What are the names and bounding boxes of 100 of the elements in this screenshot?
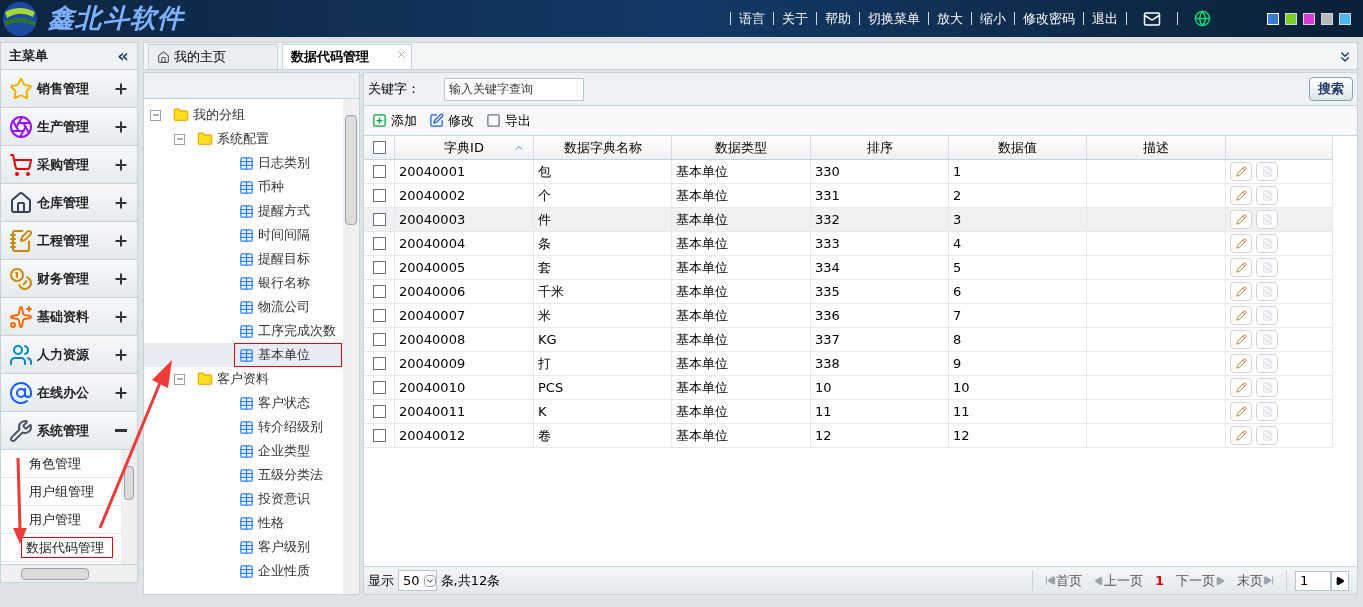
tree-item[interactable]: 客户状态 (234, 391, 315, 415)
column-header[interactable]: 描述 (1087, 136, 1226, 159)
row-checkbox[interactable] (372, 213, 386, 226)
theme-swatch[interactable] (1303, 12, 1315, 25)
toolbar-button[interactable]: 添加 (372, 110, 417, 131)
edit-row-button[interactable] (1230, 258, 1252, 277)
edit-row-button[interactable] (1230, 186, 1252, 205)
tree-folder[interactable]: 我的分组 (193, 105, 245, 125)
submenu-item[interactable]: 角色管理 (25, 453, 85, 474)
toggle-icon[interactable] (150, 109, 161, 121)
delete-row-button[interactable] (1256, 210, 1278, 229)
go-button[interactable] (1331, 570, 1349, 591)
scrollbar[interactable] (121, 450, 137, 564)
page-input[interactable]: 1 (1295, 570, 1331, 591)
edit-row-button[interactable] (1230, 306, 1252, 325)
row-checkbox[interactable] (372, 357, 386, 370)
menu-item[interactable]: 系统管理 (0, 412, 138, 450)
delete-row-button[interactable] (1256, 306, 1278, 325)
toolbar-button[interactable]: 导出 (486, 110, 531, 131)
next-page-button[interactable]: 下一页 (1176, 570, 1225, 591)
delete-row-button[interactable] (1256, 426, 1278, 445)
header-link[interactable]: 帮助 (825, 8, 851, 29)
toggle-icon[interactable] (174, 133, 185, 145)
column-header[interactable]: 字典ID (395, 136, 534, 159)
row-checkbox[interactable] (372, 333, 386, 346)
tree-item[interactable]: 转介绍级别 (234, 415, 328, 439)
header-link[interactable]: 退出 (1092, 8, 1118, 29)
row-checkbox[interactable] (372, 429, 386, 442)
edit-row-button[interactable] (1230, 282, 1252, 301)
prev-page-button[interactable]: 上一页 (1093, 570, 1143, 591)
column-header[interactable]: 数据类型 (672, 136, 811, 159)
tab[interactable]: 我的主页 (148, 44, 278, 69)
toolbar-button[interactable]: 修改 (429, 110, 474, 131)
submenu-item[interactable]: 用户管理 (25, 509, 85, 530)
tree-item[interactable]: 客户级别 (234, 535, 315, 559)
menu-item[interactable]: 仓库管理 (0, 184, 138, 222)
tree-item[interactable]: 物流公司 (234, 295, 315, 319)
mail-icon[interactable] (1143, 9, 1161, 28)
column-header[interactable]: 数据字典名称 (534, 136, 672, 159)
header-link[interactable]: 修改密码 (1023, 8, 1075, 29)
edit-row-button[interactable] (1230, 210, 1252, 229)
tree-item[interactable]: 时间间隔 (234, 223, 315, 247)
header-link[interactable]: 关于 (782, 8, 808, 29)
row-checkbox[interactable] (372, 189, 386, 202)
delete-row-button[interactable] (1256, 354, 1278, 373)
delete-row-button[interactable] (1256, 282, 1278, 301)
row-checkbox[interactable] (372, 405, 386, 418)
row-checkbox[interactable] (372, 309, 386, 322)
scrollbar[interactable] (343, 99, 359, 594)
submenu-item[interactable]: 用户组管理 (25, 481, 98, 502)
menu-item[interactable]: 生产管理 (0, 108, 138, 146)
tree-item[interactable]: 日志类别 (234, 151, 315, 175)
tree-item[interactable]: 企业性质 (234, 559, 315, 583)
delete-row-button[interactable] (1256, 258, 1278, 277)
edit-row-button[interactable] (1230, 426, 1252, 445)
first-page-button[interactable]: 首页 (1044, 570, 1082, 591)
header-link[interactable]: 语言 (739, 8, 765, 29)
toggle-icon[interactable] (174, 373, 185, 385)
search-button[interactable]: 搜索 (1309, 77, 1353, 101)
column-header[interactable]: 排序 (811, 136, 949, 159)
tree-item[interactable]: 五级分类法 (234, 463, 328, 487)
tree-item[interactable]: 币种 (234, 175, 289, 199)
tree-item[interactable]: 性格 (234, 511, 289, 535)
menu-item[interactable]: 财务管理 (0, 260, 138, 298)
row-checkbox[interactable] (372, 285, 386, 298)
tree-item[interactable]: 投资意识 (234, 487, 315, 511)
row-checkbox[interactable] (372, 381, 386, 394)
menu-item[interactable]: 在线办公 (0, 374, 138, 412)
page-size-select[interactable]: 50 (398, 570, 437, 591)
edit-row-button[interactable] (1230, 402, 1252, 421)
menu-item[interactable]: 人力资源 (0, 336, 138, 374)
tab[interactable]: 数据代码管理 (282, 44, 412, 69)
horizontal-scrollbar[interactable] (0, 565, 138, 583)
delete-row-button[interactable] (1256, 330, 1278, 349)
tree-item[interactable]: 基本单位 (234, 343, 342, 367)
tree-item[interactable]: 提醒方式 (234, 199, 315, 223)
edit-row-button[interactable] (1230, 354, 1252, 373)
edit-row-button[interactable] (1230, 378, 1252, 397)
tree-item[interactable]: 工序完成次数 (234, 319, 341, 343)
edit-row-button[interactable] (1230, 330, 1252, 349)
delete-row-button[interactable] (1256, 162, 1278, 181)
delete-row-button[interactable] (1256, 186, 1278, 205)
header-link[interactable]: 缩小 (980, 8, 1006, 29)
search-field[interactable]: 输入关键字查询 (444, 77, 584, 101)
close-icon[interactable] (396, 49, 407, 60)
theme-swatch[interactable] (1321, 12, 1333, 25)
tree-item[interactable]: 提醒目标 (234, 247, 315, 271)
row-checkbox[interactable] (372, 261, 386, 274)
menu-item[interactable]: 工程管理 (0, 222, 138, 260)
theme-swatch[interactable] (1339, 12, 1351, 25)
delete-row-button[interactable] (1256, 402, 1278, 421)
delete-row-button[interactable] (1256, 234, 1278, 253)
edit-row-button[interactable] (1230, 234, 1252, 253)
globe-icon[interactable] (1194, 10, 1211, 27)
row-checkbox[interactable] (372, 237, 386, 250)
menu-item[interactable]: 采购管理 (0, 146, 138, 184)
tree-item[interactable]: 企业类型 (234, 439, 315, 463)
theme-swatch[interactable] (1285, 12, 1297, 25)
header-link[interactable]: 放大 (937, 8, 963, 29)
row-checkbox[interactable] (372, 141, 386, 154)
